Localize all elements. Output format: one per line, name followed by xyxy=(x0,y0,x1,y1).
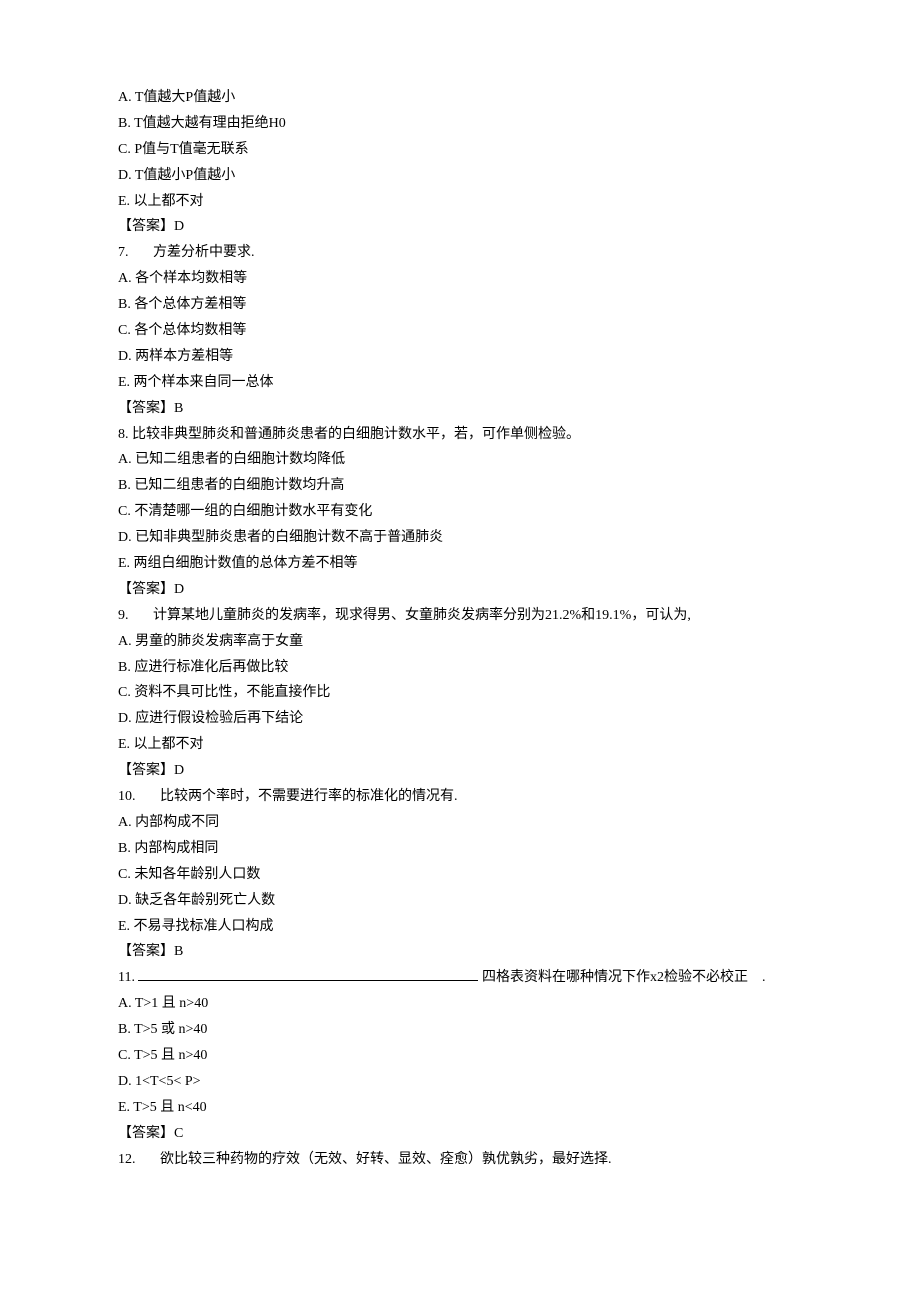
question-12-stem: 12. 欲比较三种药物的疗效（无效、好转、显效、痊愈）孰优孰劣，最好选择. xyxy=(118,1147,802,1173)
option-c: C. 未知各年龄别人口数 xyxy=(118,862,802,888)
question-number: 9. xyxy=(118,608,129,623)
question-number: 11. xyxy=(118,970,135,985)
option-b: B. T>5 或 n>40 xyxy=(118,1017,802,1043)
option-a: A. 各个样本均数相等 xyxy=(118,266,802,292)
option-e: E. T>5 且 n<40 xyxy=(118,1095,802,1121)
option-a: A. 男童的肺炎发病率高于女童 xyxy=(118,629,802,655)
option-b: B. 应进行标准化后再做比较 xyxy=(118,655,802,681)
option-c: C. 各个总体均数相等 xyxy=(118,318,802,344)
question-8-stem: 8. 比较非典型肺炎和普通肺炎患者的白细胞计数水平，若，可作单侧检验。 xyxy=(118,422,802,448)
option-c: C. 不清楚哪一组的白细胞计数水平有变化 xyxy=(118,499,802,525)
question-text: 欲比较三种药物的疗效（无效、好转、显效、痊愈）孰优孰劣，最好选择. xyxy=(160,1152,612,1167)
option-e: E. 以上都不对 xyxy=(118,189,802,215)
option-e: E. 以上都不对 xyxy=(118,732,802,758)
option-e: E. 不易寻找标准人口构成 xyxy=(118,914,802,940)
question-tail: . xyxy=(762,970,766,985)
question-number: 12. xyxy=(118,1152,136,1167)
option-b: B. T值越大越有理由拒绝H0 xyxy=(118,111,802,137)
question-10-stem: 10. 比较两个率时，不需要进行率的标准化的情况有. xyxy=(118,784,802,810)
option-c: C. T>5 且 n>40 xyxy=(118,1043,802,1069)
option-e: E. 两个样本来自同一总体 xyxy=(118,370,802,396)
question-number: 7. xyxy=(118,245,129,260)
option-b: B. 内部构成相同 xyxy=(118,836,802,862)
answer-label: 【答案】D xyxy=(118,214,802,240)
fill-in-blank xyxy=(138,967,478,981)
option-d: D. 两样本方差相等 xyxy=(118,344,802,370)
answer-label: 【答案】C xyxy=(118,1121,802,1147)
option-e: E. 两组白细胞计数值的总体方差不相等 xyxy=(118,551,802,577)
option-d: D. 1<T<5< P> xyxy=(118,1069,802,1095)
option-d: D. T值越小P值越小 xyxy=(118,163,802,189)
question-number: 10. xyxy=(118,789,136,804)
answer-label: 【答案】D xyxy=(118,577,802,603)
answer-label: 【答案】B xyxy=(118,396,802,422)
answer-label: 【答案】D xyxy=(118,758,802,784)
option-b: B. 已知二组患者的白细胞计数均升高 xyxy=(118,473,802,499)
option-a: A. T值越大P值越小 xyxy=(118,85,802,111)
option-a: A. 内部构成不同 xyxy=(118,810,802,836)
option-a: A. T>1 且 n>40 xyxy=(118,991,802,1017)
option-a: A. 已知二组患者的白细胞计数均降低 xyxy=(118,447,802,473)
question-7-stem: 7. 方差分析中要求. xyxy=(118,240,802,266)
option-c: C. P值与T值毫无联系 xyxy=(118,137,802,163)
question-text: 计算某地儿童肺炎的发病率，现求得男、女童肺炎发病率分别为21.2%和19.1%，… xyxy=(153,608,691,623)
question-text: 比较两个率时，不需要进行率的标准化的情况有. xyxy=(160,789,458,804)
option-d: D. 应进行假设检验后再下结论 xyxy=(118,706,802,732)
answer-label: 【答案】B xyxy=(118,939,802,965)
question-9-stem: 9. 计算某地儿童肺炎的发病率，现求得男、女童肺炎发病率分别为21.2%和19.… xyxy=(118,603,802,629)
option-d: D. 已知非典型肺炎患者的白细胞计数不高于普通肺炎 xyxy=(118,525,802,551)
option-c: C. 资料不具可比性，不能直接作比 xyxy=(118,680,802,706)
option-d: D. 缺乏各年龄别死亡人数 xyxy=(118,888,802,914)
question-11-stem: 11. 四格表资料在哪种情况下作x2检验不必校正 . xyxy=(118,965,802,991)
question-text: 四格表资料在哪种情况下作x2检验不必校正 xyxy=(478,970,748,985)
option-b: B. 各个总体方差相等 xyxy=(118,292,802,318)
question-text: 方差分析中要求. xyxy=(153,245,255,260)
